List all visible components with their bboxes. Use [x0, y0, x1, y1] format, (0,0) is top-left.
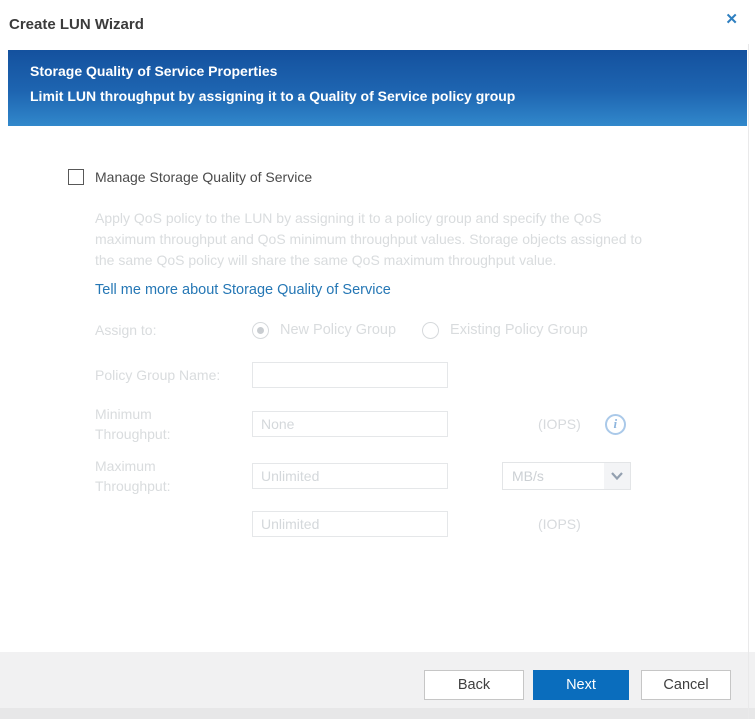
info-icon[interactable]: i — [605, 414, 626, 435]
chevron-down-icon — [604, 463, 630, 489]
radio-new-policy-group — [252, 322, 269, 339]
radio-existing-policy-group — [422, 322, 439, 339]
back-button[interactable]: Back — [424, 670, 524, 700]
manage-qos-row: Manage Storage Quality of Service — [68, 169, 755, 185]
dialog-titlebar: Create LUN Wizard ✕ — [0, 0, 755, 50]
next-button[interactable]: Next — [533, 670, 629, 700]
maximum-throughput-label: Maximum Throughput: — [95, 456, 252, 496]
manage-qos-label: Manage Storage Quality of Service — [95, 169, 312, 185]
policy-group-name-row: Policy Group Name: — [95, 362, 755, 388]
dialog-title: Create LUN Wizard — [9, 16, 144, 33]
qos-description-line: Apply QoS policy to the LUN by assigning… — [95, 208, 715, 229]
maximum-throughput-row: Maximum Throughput: MB/s — [95, 456, 755, 496]
assign-to-label: Assign to: — [95, 320, 252, 340]
wizard-step-banner: Storage Quality of Service Properties Li… — [8, 50, 747, 126]
minimum-throughput-label: Minimum Throughput: — [95, 404, 252, 444]
link-row: Tell me more about Storage Quality of Se… — [95, 281, 755, 299]
qos-description-line: the same QoS policy will share the same … — [95, 250, 715, 271]
banner-subtitle: Limit LUN throughput by assigning it to … — [30, 88, 727, 104]
close-icon[interactable]: ✕ — [725, 11, 738, 29]
throughput-unit-selected: MB/s — [503, 468, 604, 484]
minimum-throughput-row: Minimum Throughput: (IOPS) i — [95, 404, 755, 444]
radio-existing-policy-group-label: Existing Policy Group — [450, 322, 588, 338]
maximum-throughput-iops-input — [252, 511, 448, 537]
wizard-footer: Back Next Cancel — [0, 652, 755, 719]
radio-new-policy-group-label: New Policy Group — [280, 322, 396, 338]
qos-description-line: maximum throughput and QoS minimum throu… — [95, 229, 715, 250]
throughput-unit-select: MB/s — [502, 462, 631, 490]
tell-me-more-link[interactable]: Tell me more about Storage Quality of Se… — [95, 282, 391, 298]
policy-group-name-label: Policy Group Name: — [95, 365, 252, 385]
maximum-throughput-input — [252, 463, 448, 489]
minimum-throughput-input — [252, 411, 448, 437]
qos-description: Apply QoS policy to the LUN by assigning… — [95, 208, 715, 271]
policy-group-name-input — [252, 362, 448, 388]
footer-buttons: Back Next Cancel — [424, 670, 731, 700]
banner-title: Storage Quality of Service Properties — [30, 63, 727, 79]
maximum-throughput-iops-unit: (IOPS) — [538, 516, 581, 532]
maximum-throughput-iops-row: (IOPS) — [95, 511, 755, 537]
manage-qos-checkbox[interactable] — [68, 169, 84, 185]
dialog-right-edge — [748, 44, 749, 719]
qos-form: Assign to: New Policy Group Existing Pol… — [95, 320, 755, 537]
assign-to-row: Assign to: New Policy Group Existing Pol… — [95, 320, 755, 340]
minimum-throughput-unit: (IOPS) — [538, 416, 581, 432]
footer-bottom-strip — [0, 708, 755, 719]
cancel-button[interactable]: Cancel — [641, 670, 731, 700]
